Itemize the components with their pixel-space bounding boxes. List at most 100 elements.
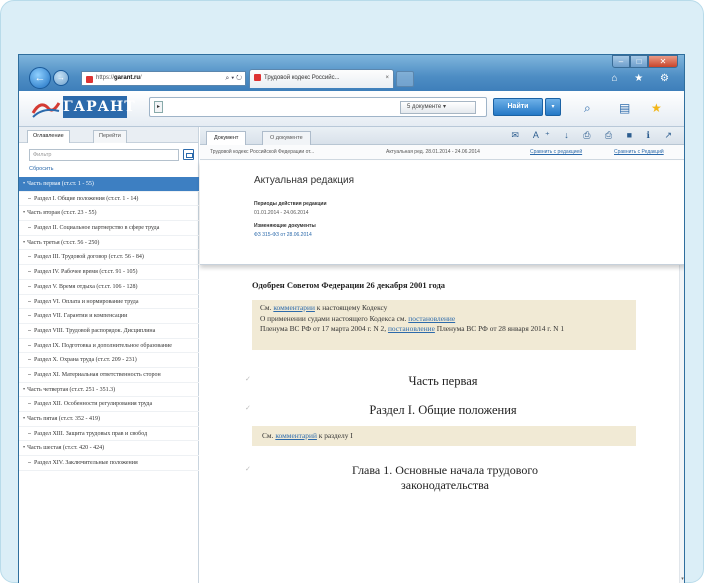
chevron-right-icon: ▸ bbox=[154, 101, 163, 113]
note-text: Пленума ВС РФ от 17 марта 2004 г. N 2, bbox=[260, 324, 387, 333]
browser-toolbar-icons[interactable]: ⌂ ★ ⚙ bbox=[611, 73, 676, 84]
contents-filter-input[interactable]: Фильтр bbox=[29, 149, 179, 161]
section-commentary-note: См. комментарий к разделу I bbox=[252, 426, 636, 446]
compare-redaction-link-2[interactable]: Сравнить с Редакций bbox=[614, 145, 664, 159]
window-controls: – □ ✕ bbox=[612, 55, 678, 68]
note-text: См. bbox=[260, 303, 272, 312]
browser-tab[interactable]: Трудовой кодекс Российс... × bbox=[249, 69, 394, 88]
documents-icon[interactable]: ▤ bbox=[619, 101, 630, 115]
back-button[interactable]: ← bbox=[29, 67, 51, 89]
chevron-down-icon: ▾ bbox=[442, 104, 446, 110]
document-area: Документ О документе ✉ A⁺ ↓ ⎙ ⎙ ■ ℹ ↗ Тр… bbox=[200, 127, 684, 583]
contents-item[interactable]: Раздел IV. Рабочее время (ст.ст. 91 - 10… bbox=[19, 265, 199, 280]
contents-item[interactable]: Раздел XIV. Заключительные положения bbox=[19, 456, 199, 471]
period-value: 01.01.2014 - 24.06.2014 bbox=[254, 210, 309, 216]
contents-item[interactable]: Раздел I. Общие положения (ст.ст. 1 - 14… bbox=[19, 192, 199, 207]
reset-filter-link[interactable]: Сбросить bbox=[29, 166, 53, 172]
resolution-link[interactable]: постановление bbox=[408, 314, 455, 323]
chapter-heading: Глава 1. Основные начала трудового закон… bbox=[280, 463, 610, 493]
contents-item[interactable]: Часть четвертая (ст.ст. 251 - 351.3) bbox=[19, 383, 199, 398]
site-favicon-icon bbox=[86, 76, 93, 83]
redaction-title: Актуальная редакция bbox=[254, 175, 355, 186]
search-input[interactable]: ▸ 5 документе ▾ bbox=[149, 97, 487, 117]
part-heading: Часть первая bbox=[408, 374, 478, 388]
contents-item[interactable]: Раздел XI. Материальная ответственность … bbox=[19, 368, 199, 383]
section-heading: Раздел I. Общие положения bbox=[369, 403, 517, 417]
contents-item[interactable]: Часть третья (ст.ст. 56 - 250) bbox=[19, 236, 199, 251]
address-bar[interactable]: https://garant.ru/ ⌕ ▾ ↻ bbox=[81, 71, 246, 86]
browser-titlebar: – □ ✕ ← → https://garant.ru/ ⌕ ▾ ↻ Трудо… bbox=[19, 55, 684, 91]
contents-item[interactable]: Раздел XII. Особенности регулирования тр… bbox=[19, 397, 199, 412]
chapter-heading-line: законодательства bbox=[401, 478, 489, 492]
chapter-heading-line: Глава 1. Основные начала трудового bbox=[352, 463, 538, 477]
contents-item[interactable]: Раздел VIII. Трудовой распорядок. Дисцип… bbox=[19, 324, 199, 339]
check-icon: ✓ bbox=[245, 465, 251, 473]
contents-item[interactable]: Раздел V. Время отдыха (ст.ст. 106 - 128… bbox=[19, 280, 199, 295]
note-text: Пленума ВС РФ от 28 января 2014 г. N 1 bbox=[436, 324, 565, 333]
tab-document[interactable]: Документ bbox=[206, 131, 247, 145]
note-text: к настоящему Кодексу bbox=[316, 303, 388, 312]
contents-item[interactable]: Раздел VI. Оплата и нормирование труда bbox=[19, 295, 199, 310]
find-options-button[interactable]: ▾ bbox=[545, 98, 561, 116]
contents-item[interactable]: Раздел X. Охрана труда (ст.ст. 209 - 231… bbox=[19, 353, 199, 368]
filter-icon[interactable] bbox=[183, 149, 194, 160]
contents-item[interactable]: Часть первая (ст.ст. 1 - 55) bbox=[19, 177, 199, 192]
note-text: См. bbox=[262, 431, 274, 440]
tab-close-icon[interactable]: × bbox=[385, 70, 389, 87]
document-scrollbar[interactable]: ▾ bbox=[679, 265, 684, 583]
address-domain: garant.ru bbox=[114, 75, 141, 81]
document-toolbar: Документ О документе ✉ A⁺ ↓ ⎙ ⎙ ■ ℹ ↗ bbox=[200, 127, 684, 145]
contents-item[interactable]: Часть пятая (ст.ст. 352 - 419) bbox=[19, 412, 199, 427]
search-scope-select[interactable]: 5 документе ▾ bbox=[400, 101, 476, 114]
compare-redaction-link[interactable]: Сравнить с редакцией bbox=[530, 145, 582, 159]
resolution-link-2[interactable]: постановление bbox=[388, 324, 435, 333]
contents-item[interactable]: Раздел IX. Подготовка и дополнительное о… bbox=[19, 339, 199, 354]
approval-line: Одобрен Советом Федерации 26 декабря 200… bbox=[252, 280, 446, 290]
address-controls[interactable]: ⌕ ▾ ↻ bbox=[225, 72, 242, 85]
tab-favicon-icon bbox=[254, 74, 261, 81]
address-tail: / bbox=[140, 75, 142, 81]
contents-list: Часть первая (ст.ст. 1 - 55)Раздел I. Об… bbox=[19, 177, 199, 471]
arrow-right-icon: → bbox=[57, 73, 65, 82]
contents-panel: Оглавление Перейти Фильтр Сбросить Часть… bbox=[19, 127, 199, 583]
tab-contents[interactable]: Оглавление bbox=[27, 130, 70, 143]
contents-item[interactable]: Часть вторая (ст.ст. 23 - 55) bbox=[19, 206, 199, 222]
redaction-info: Актуальная ред. 28.01.2014 - 24.06.2014 bbox=[386, 149, 480, 155]
redaction-popup: Актуальная редакция Периоды действия ред… bbox=[200, 161, 684, 265]
contents-item[interactable]: Часть шестая (ст.ст. 420 - 424) bbox=[19, 441, 199, 457]
contents-item[interactable]: Раздел II. Социальное партнерство в сфер… bbox=[19, 221, 199, 236]
scroll-down-icon[interactable]: ▾ bbox=[679, 576, 684, 583]
changing-docs-label: Изменяющие документы bbox=[254, 223, 316, 229]
address-prefix: https:// bbox=[96, 75, 115, 81]
arrow-left-icon: ← bbox=[34, 72, 46, 84]
new-tab-button[interactable] bbox=[396, 71, 414, 87]
note-text: к разделу I bbox=[318, 431, 353, 440]
period-label: Периоды действия редакции bbox=[254, 201, 327, 207]
forward-button[interactable]: → bbox=[53, 70, 69, 86]
commentary-note: См. комментарии к настоящему Кодексу О п… bbox=[252, 300, 636, 350]
app-header: ГАРАНТ ▸ 5 документе ▾ Найти ▾ ⌕ ▤ ★ bbox=[19, 91, 684, 127]
contents-item[interactable]: Раздел XIII. Защита трудовых прав и своб… bbox=[19, 427, 199, 442]
contents-item[interactable]: Раздел VII. Гарантии и компенсации bbox=[19, 309, 199, 324]
maximize-button[interactable]: □ bbox=[630, 55, 648, 68]
note-text: О применении судами настоящего Кодекса с… bbox=[260, 313, 407, 323]
search-scope-label: 5 документе bbox=[407, 104, 442, 110]
contents-item[interactable]: Раздел III. Трудовой договор (ст.ст. 56 … bbox=[19, 250, 199, 266]
tab-go-to[interactable]: Перейти bbox=[93, 130, 127, 143]
commentary-link[interactable]: комментарии bbox=[273, 303, 315, 312]
document-title-short: Трудовой кодекс Российской Федерации от.… bbox=[210, 149, 315, 155]
close-button[interactable]: ✕ bbox=[648, 55, 678, 68]
browser-window: – □ ✕ ← → https://garant.ru/ ⌕ ▾ ↻ Трудо… bbox=[18, 54, 685, 583]
garant-logo-icon bbox=[31, 102, 61, 118]
tab-about-document[interactable]: О документе bbox=[262, 131, 311, 145]
search-icon[interactable]: ⌕ bbox=[584, 101, 591, 116]
contents-tabs: Оглавление Перейти bbox=[19, 127, 198, 143]
section-commentary-link[interactable]: комментарий bbox=[275, 431, 317, 440]
minimize-button[interactable]: – bbox=[612, 55, 630, 68]
document-tool-icons[interactable]: ✉ A⁺ ↓ ⎙ ⎙ ■ ℹ ↗ bbox=[511, 130, 678, 141]
changing-doc-link[interactable]: ФЗ 315-ФЗ от 28.06.2014 bbox=[254, 232, 312, 238]
garant-logo: ГАРАНТ bbox=[63, 96, 135, 118]
document-info-bar: Трудовой кодекс Российской Федерации от.… bbox=[200, 145, 684, 160]
find-button[interactable]: Найти bbox=[493, 98, 543, 116]
star-icon[interactable]: ★ bbox=[651, 101, 662, 115]
